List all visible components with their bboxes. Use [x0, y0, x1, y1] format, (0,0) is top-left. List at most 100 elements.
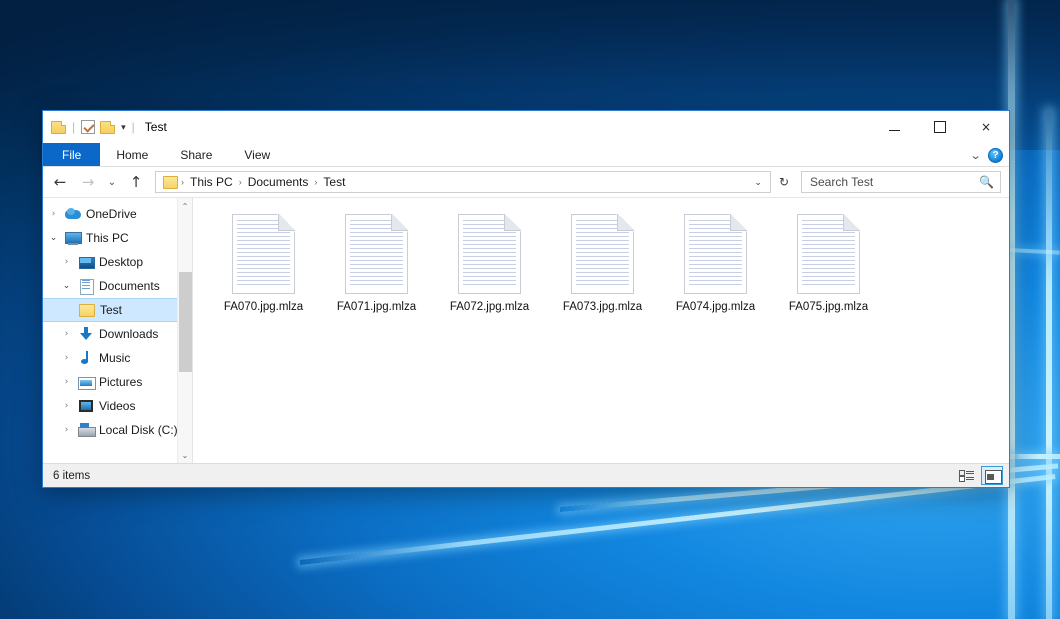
- tab-home[interactable]: Home: [100, 143, 164, 166]
- tab-file[interactable]: File: [43, 143, 100, 166]
- expand-ribbon-chevron-down-icon[interactable]: ⌄: [969, 149, 981, 162]
- document-fold: [278, 214, 295, 231]
- document-fold: [391, 214, 408, 231]
- documents-icon: [78, 278, 94, 294]
- chevron-down-icon[interactable]: ⌄: [47, 233, 60, 243]
- help-icon[interactable]: ?: [988, 148, 1003, 163]
- file-item[interactable]: FA073.jpg.mlza: [546, 212, 659, 332]
- sidebar-item-label: Downloads: [99, 327, 158, 341]
- chevron-right-icon[interactable]: ›: [60, 353, 73, 363]
- sidebar-item-desktop[interactable]: › Desktop: [43, 250, 192, 274]
- generic-document-icon: [458, 214, 521, 294]
- generic-document-icon: [797, 214, 860, 294]
- sidebar-item-label: This PC: [86, 231, 129, 245]
- sidebar-item-label: Videos: [99, 399, 135, 413]
- status-bar: 6 items: [43, 463, 1009, 487]
- window-controls: ×: [871, 111, 1009, 143]
- chevron-right-icon[interactable]: ›: [60, 401, 73, 411]
- new-folder-icon[interactable]: [100, 121, 115, 134]
- file-item[interactable]: FA074.jpg.mlza: [659, 212, 772, 332]
- back-button[interactable]: ←: [47, 169, 73, 195]
- properties-checkmark-icon[interactable]: [81, 120, 95, 134]
- chevron-right-icon[interactable]: ›: [60, 329, 73, 339]
- sidebar-item-downloads[interactable]: › Downloads: [43, 322, 192, 346]
- file-explorer-window: | ▾ | Test × File Home Share View ⌄ ?: [42, 110, 1010, 488]
- scrollbar-thumb[interactable]: [179, 272, 192, 372]
- recent-locations-button[interactable]: ⌄: [103, 169, 121, 195]
- file-name-label: FA071.jpg.mlza: [337, 301, 416, 313]
- file-item[interactable]: FA075.jpg.mlza: [772, 212, 885, 332]
- sidebar-item-local-disk-c[interactable]: › Local Disk (C:): [43, 418, 192, 442]
- generic-document-icon: [345, 214, 408, 294]
- sidebar-item-label: OneDrive: [86, 207, 137, 221]
- refresh-button[interactable]: ↻: [773, 175, 795, 189]
- large-icons-view-icon[interactable]: [981, 466, 1003, 485]
- chevron-right-icon[interactable]: ›: [60, 425, 73, 435]
- wallpaper-beam: [1046, 110, 1052, 619]
- chevron-down-icon[interactable]: ▾: [121, 122, 126, 133]
- breadcrumb: › This PC › Documents › Test: [161, 175, 748, 189]
- tab-share[interactable]: Share: [164, 143, 228, 166]
- this-pc-icon: [65, 230, 81, 246]
- file-item[interactable]: FA070.jpg.mlza: [207, 212, 320, 332]
- forward-button[interactable]: →: [75, 169, 101, 195]
- up-button[interactable]: ↑: [123, 169, 149, 195]
- address-bar-row: ← → ⌄ ↑ › This PC › Documents › Test ⌄ ↻…: [43, 167, 1009, 197]
- sidebar-item-videos[interactable]: › Videos: [43, 394, 192, 418]
- sidebar-item-label: Documents: [99, 279, 160, 293]
- file-item[interactable]: FA071.jpg.mlza: [320, 212, 433, 332]
- scrollbar-track[interactable]: [178, 214, 193, 447]
- window-title: Test: [145, 120, 167, 134]
- breadcrumb-item-documents[interactable]: Documents: [243, 175, 314, 189]
- chevron-right-icon[interactable]: ›: [60, 377, 73, 387]
- file-list-pane[interactable]: FA070.jpg.mlza FA071.jpg.mlza: [193, 198, 1009, 463]
- pictures-icon: [78, 374, 94, 390]
- onedrive-icon: [65, 206, 81, 222]
- maximize-button[interactable]: [917, 111, 963, 143]
- sidebar-item-documents[interactable]: ⌄ Documents: [43, 274, 192, 298]
- address-folder-icon: [163, 176, 178, 189]
- sidebar-item-pictures[interactable]: › Pictures: [43, 370, 192, 394]
- downloads-icon: [78, 326, 94, 342]
- window-body: › OneDrive ⌄ This PC › Desktop ⌄: [43, 197, 1009, 463]
- folder-icon[interactable]: [51, 121, 66, 134]
- search-icon[interactable]: 🔍: [979, 175, 994, 189]
- folder-icon: [79, 304, 95, 317]
- file-name-label: FA075.jpg.mlza: [789, 301, 868, 313]
- tab-view[interactable]: View: [228, 143, 286, 166]
- generic-document-icon: [684, 214, 747, 294]
- chevron-right-icon[interactable]: ›: [60, 257, 73, 267]
- qat-divider: |: [72, 120, 75, 134]
- sidebar-item-label: Desktop: [99, 255, 143, 269]
- file-item[interactable]: FA072.jpg.mlza: [433, 212, 546, 332]
- details-view-icon[interactable]: [955, 466, 977, 485]
- sidebar-item-this-pc[interactable]: ⌄ This PC: [43, 226, 192, 250]
- wallpaper-beam: [1008, 454, 1060, 459]
- search-box[interactable]: Search Test 🔍: [801, 171, 1001, 193]
- breadcrumb-item-this-pc[interactable]: This PC: [185, 175, 238, 189]
- address-bar[interactable]: › This PC › Documents › Test ⌄: [155, 171, 771, 193]
- sidebar-item-test[interactable]: Test: [43, 298, 192, 322]
- ribbon-right-controls: ⌄ ?: [971, 143, 1003, 167]
- sidebar-item-label: Music: [99, 351, 130, 365]
- title-bar: | ▾ | Test ×: [43, 111, 1009, 143]
- file-name-label: FA074.jpg.mlza: [676, 301, 755, 313]
- address-dropdown-chevron-down-icon[interactable]: ⌄: [748, 177, 768, 188]
- scroll-up-icon[interactable]: ⌃: [182, 198, 189, 214]
- qat-divider: |: [132, 120, 135, 134]
- minimize-button[interactable]: [871, 111, 917, 143]
- sidebar-scrollbar[interactable]: ⌃ ⌄: [177, 198, 192, 463]
- sidebar-item-onedrive[interactable]: › OneDrive: [43, 202, 192, 226]
- desktop-wallpaper: | ▾ | Test × File Home Share View ⌄ ?: [0, 0, 1060, 619]
- document-fold: [617, 214, 634, 231]
- chevron-down-icon[interactable]: ⌄: [60, 281, 73, 291]
- close-button[interactable]: ×: [963, 111, 1009, 143]
- breadcrumb-item-test[interactable]: Test: [318, 175, 350, 189]
- chevron-right-icon[interactable]: ›: [47, 209, 60, 219]
- search-input[interactable]: Search Test: [810, 175, 873, 189]
- music-icon: [78, 350, 94, 366]
- ribbon-tab-bar: File Home Share View ⌄ ?: [43, 143, 1009, 167]
- scroll-down-icon[interactable]: ⌄: [182, 447, 189, 463]
- sidebar-item-music[interactable]: › Music: [43, 346, 192, 370]
- file-name-label: FA072.jpg.mlza: [450, 301, 529, 313]
